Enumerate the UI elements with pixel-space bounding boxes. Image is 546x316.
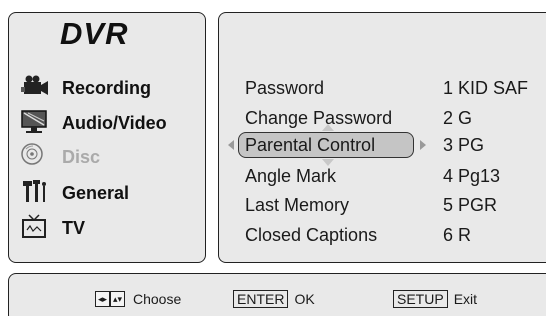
menu-value-closed-captions[interactable]: 6 R: [443, 225, 471, 246]
up-down-key-icon: ▴▾: [110, 291, 125, 307]
camcorder-icon: [20, 73, 50, 101]
sidebar-item-label: General: [62, 182, 130, 203]
arrow-right-icon: [420, 140, 426, 150]
choose-hint: ◂▸ ▴▾ Choose: [95, 289, 181, 309]
menu-value-angle-mark[interactable]: 4 Pg13: [443, 166, 500, 187]
sidebar-item-audio-video[interactable]: Audio/Video: [20, 108, 195, 138]
tools-icon: [20, 178, 50, 206]
setup-hint: SETUP Exit: [393, 289, 477, 309]
disc-icon: [20, 142, 50, 170]
setup-key: SETUP: [393, 290, 448, 308]
sidebar-item-label: Audio/Video: [62, 112, 167, 133]
sidebar-item-general[interactable]: General: [20, 178, 195, 208]
menu-value-parental-control[interactable]: 3 PG: [443, 135, 484, 156]
arrow-left-icon: [228, 140, 234, 150]
enter-label: OK: [294, 291, 315, 307]
sidebar-item-recording[interactable]: Recording: [20, 73, 195, 103]
menu-item-change-password[interactable]: Change Password: [245, 108, 392, 129]
menu-item-angle-mark[interactable]: Angle Mark: [245, 166, 336, 187]
arrow-down-icon: [322, 159, 334, 166]
sidebar-item-label: TV: [62, 217, 86, 238]
tv-icon: [20, 213, 50, 241]
menu-value-password[interactable]: 1 KID SAF: [443, 78, 528, 99]
left-right-key-icon: ◂▸: [95, 291, 110, 307]
sidebar-item-label: Recording: [62, 77, 152, 98]
menu-item-password[interactable]: Password: [245, 78, 324, 99]
enter-hint: ENTER OK: [233, 289, 315, 309]
nav-keys-icon: ◂▸ ▴▾: [95, 291, 125, 307]
sidebar-item-disc[interactable]: Disc: [20, 142, 195, 172]
monitor-icon: [20, 108, 50, 136]
app-title: DVR: [60, 16, 129, 51]
sidebar-item-label: Disc: [62, 146, 101, 167]
enter-key: ENTER: [233, 290, 289, 308]
choose-label: Choose: [133, 291, 182, 307]
menu-item-parental-control[interactable]: Parental Control: [245, 135, 375, 156]
menu-value-change-password[interactable]: 2 G: [443, 108, 472, 129]
sidebar-item-tv[interactable]: TV: [20, 213, 195, 243]
menu-item-last-memory[interactable]: Last Memory: [245, 195, 349, 216]
menu-value-last-memory[interactable]: 5 PGR: [443, 195, 497, 216]
setup-label: Exit: [453, 291, 478, 307]
menu-item-closed-captions[interactable]: Closed Captions: [245, 225, 377, 246]
